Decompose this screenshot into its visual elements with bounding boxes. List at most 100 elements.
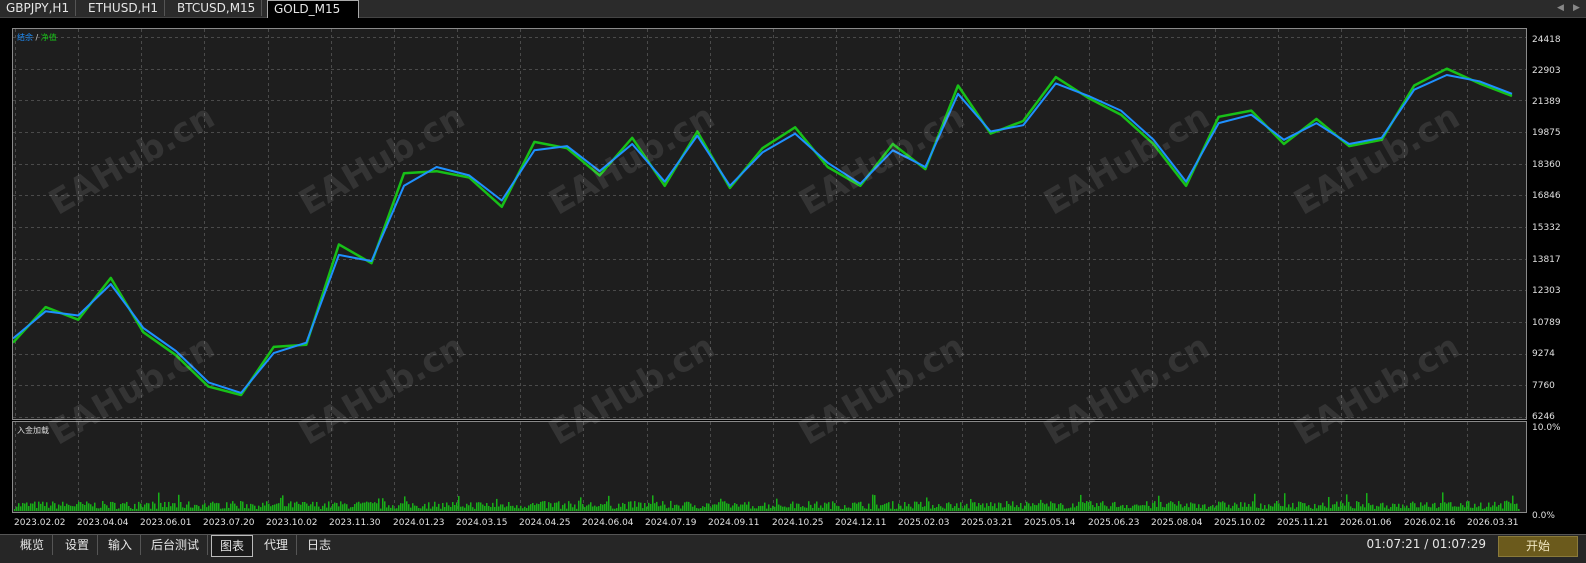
load-bar xyxy=(600,503,602,511)
load-bar xyxy=(186,504,188,511)
load-bar xyxy=(672,507,674,511)
load-bar xyxy=(1514,503,1516,511)
load-bar xyxy=(680,508,682,511)
load-bar xyxy=(754,508,756,511)
load-bar xyxy=(1136,504,1138,511)
tab-gold[interactable]: GOLD_M15 xyxy=(267,0,359,18)
load-bar xyxy=(30,503,32,511)
load-bar xyxy=(972,502,974,511)
load-bar xyxy=(1482,508,1484,511)
load-bar xyxy=(1416,507,1418,511)
tab-agents[interactable]: 代理 xyxy=(256,535,298,555)
load-bar xyxy=(396,508,398,511)
load-bar xyxy=(658,506,660,511)
tab-gbpjpy[interactable]: GBPJPY,H1 xyxy=(0,0,77,16)
load-bar xyxy=(120,504,122,511)
load-bar xyxy=(690,503,692,511)
load-bar xyxy=(1014,507,1016,511)
load-bar xyxy=(1342,503,1344,511)
load-bar xyxy=(1100,502,1102,511)
load-bar xyxy=(100,507,102,511)
tab-settings[interactable]: 设置 xyxy=(57,535,99,555)
load-bar xyxy=(1510,503,1512,511)
load-bar xyxy=(1412,501,1414,511)
load-bar xyxy=(1414,503,1416,511)
load-bar xyxy=(586,505,588,511)
scroll-right-icon[interactable]: ▶ xyxy=(1573,0,1580,16)
tab-ethusd[interactable]: ETHUSD,H1 xyxy=(82,0,166,16)
load-bar xyxy=(1428,506,1430,511)
load-bar xyxy=(116,508,118,511)
load-bar xyxy=(1468,501,1470,511)
load-bar xyxy=(1228,504,1230,511)
load-bar xyxy=(552,507,554,511)
start-button[interactable]: 开始 xyxy=(1498,536,1578,557)
load-bar xyxy=(670,500,672,511)
load-bar xyxy=(844,505,846,511)
load-bar xyxy=(488,505,490,511)
load-bar xyxy=(1190,502,1192,511)
load-bar xyxy=(666,508,668,511)
load-bar xyxy=(1408,508,1410,511)
sub-chart-title: 入金加载 xyxy=(17,426,49,435)
load-bar xyxy=(1496,506,1498,511)
load-bar xyxy=(64,506,66,511)
load-bar xyxy=(474,508,476,511)
load-bar xyxy=(758,506,760,511)
tab-graph[interactable]: 图表 xyxy=(211,535,254,557)
load-bar xyxy=(102,501,104,511)
load-bar xyxy=(768,504,770,511)
load-bar xyxy=(740,504,742,511)
load-bar xyxy=(1104,505,1106,511)
x-tick: 2023.02.02 xyxy=(14,518,66,528)
load-bar xyxy=(1210,506,1212,511)
load-bar xyxy=(1512,495,1514,511)
load-bar xyxy=(924,506,926,511)
x-tick: 2023.11.30 xyxy=(329,518,381,528)
load-bar xyxy=(838,506,840,511)
load-bar xyxy=(1212,504,1214,511)
y-tick: 9274 xyxy=(1532,349,1555,359)
load-bar xyxy=(1068,508,1070,511)
tab-backtest[interactable]: 后台测试 xyxy=(143,535,209,555)
load-bar xyxy=(876,504,878,511)
load-bar xyxy=(770,507,772,511)
deposit-load-chart: 入金加载 xyxy=(12,421,1527,513)
load-bar xyxy=(160,502,162,511)
load-bar xyxy=(104,503,106,511)
load-bar xyxy=(486,502,488,511)
load-bar xyxy=(664,504,666,511)
load-bar xyxy=(258,505,260,511)
load-bar xyxy=(332,503,334,511)
load-bar xyxy=(830,508,832,511)
load-bar xyxy=(778,504,780,511)
load-bar xyxy=(564,503,566,511)
load-bar xyxy=(352,506,354,511)
tab-overview[interactable]: 概览 xyxy=(12,535,54,555)
load-bar xyxy=(902,508,904,511)
load-bar xyxy=(252,504,254,511)
load-bar xyxy=(1254,493,1256,511)
load-bar xyxy=(554,502,556,511)
load-bar xyxy=(272,505,274,511)
load-bar xyxy=(802,506,804,511)
load-bar xyxy=(1150,508,1152,511)
load-bar xyxy=(1102,501,1104,511)
tab-journal[interactable]: 日志 xyxy=(299,535,339,555)
load-bar xyxy=(1062,504,1064,511)
tab-inputs[interactable]: 输入 xyxy=(100,535,142,555)
scroll-left-icon[interactable]: ◀ xyxy=(1557,0,1564,16)
load-bar xyxy=(214,503,216,511)
load-bar xyxy=(1368,503,1370,511)
load-bar xyxy=(1394,504,1396,511)
load-bar xyxy=(1170,501,1172,511)
tab-btcusd[interactable]: BTCUSD,M15 xyxy=(171,0,263,16)
load-bar xyxy=(1460,503,1462,511)
load-bar xyxy=(920,501,922,511)
load-bar xyxy=(1218,501,1220,511)
x-tick: 2024.09.11 xyxy=(708,518,760,528)
load-bar xyxy=(1074,507,1076,511)
load-bar xyxy=(1304,503,1306,511)
load-bar xyxy=(1502,508,1504,511)
load-bar xyxy=(1070,507,1072,511)
